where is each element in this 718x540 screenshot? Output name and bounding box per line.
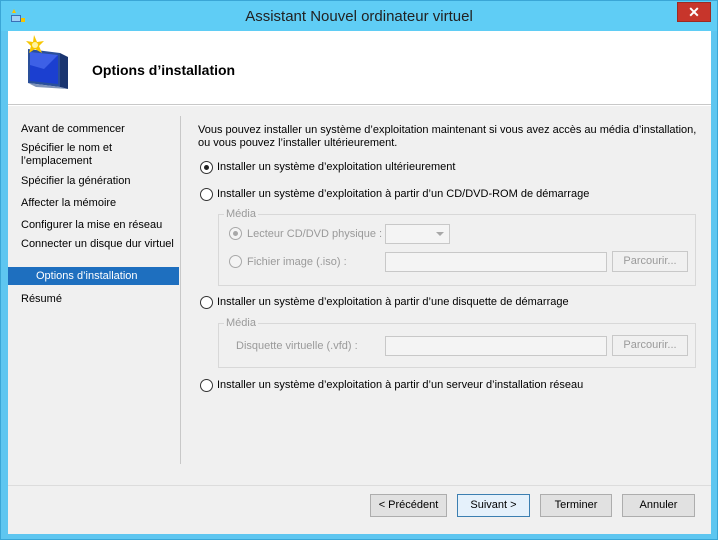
cd-media-legend: Média	[224, 208, 258, 220]
radio-floppy[interactable]	[200, 296, 213, 309]
intro-text: Vous pouvez installer un système d’explo…	[198, 124, 697, 149]
radio-network[interactable]	[200, 379, 213, 392]
radio-iso-file[interactable]	[229, 255, 242, 268]
nav-item-avant-de-commencer[interactable]: Avant de commencer	[21, 123, 181, 136]
nav-item-options-installation[interactable]: Options d’installation	[8, 267, 179, 285]
floppy-media-legend: Média	[224, 317, 258, 329]
radio-later[interactable]	[200, 161, 213, 174]
nav-item-generation[interactable]: Spécifier la génération	[21, 175, 181, 188]
cd-media-group: Média Lecteur CD/DVD physique : Fichier …	[218, 208, 696, 286]
vfd-label: Disquette virtuelle (.vfd) :	[236, 340, 358, 352]
wizard-client-area: Options d’installation Avant de commence…	[8, 31, 711, 534]
close-icon: ✕	[688, 4, 700, 20]
nav-separator	[180, 116, 181, 464]
iso-file-input[interactable]	[385, 252, 607, 272]
next-button[interactable]: Suivant >	[457, 494, 530, 517]
radio-physical-drive[interactable]	[229, 227, 242, 240]
wizard-header: Options d’installation	[8, 31, 711, 105]
iso-browse-button[interactable]: Parcourir...	[612, 251, 688, 272]
wizard-body: Avant de commencer Spécifier le nom et l…	[8, 106, 711, 485]
option-cd-dvd[interactable]: Installer un système d’exploitation à pa…	[198, 187, 698, 203]
option-later[interactable]: Installer un système d’exploitation ulté…	[198, 160, 698, 176]
step-navigation: Avant de commencer Spécifier le nom et l…	[8, 106, 180, 485]
window-title: Assistant Nouvel ordinateur virtuel	[245, 8, 473, 25]
finish-button[interactable]: Terminer	[540, 494, 612, 517]
option-later-label[interactable]: Installer un système d’exploitation ulté…	[217, 161, 455, 173]
iso-file-label: Fichier image (.iso) :	[247, 256, 347, 268]
cancel-button[interactable]: Annuler	[622, 494, 695, 517]
option-network[interactable]: Installer un système d’exploitation à pa…	[198, 378, 698, 394]
radio-cd-dvd[interactable]	[200, 188, 213, 201]
nav-item-reseau[interactable]: Configurer la mise en réseau	[21, 219, 181, 232]
physical-drive-select[interactable]	[385, 224, 450, 244]
vfd-browse-button[interactable]: Parcourir...	[612, 335, 688, 356]
nav-item-memoire[interactable]: Affecter la mémoire	[21, 197, 181, 210]
floppy-media-group: Média Disquette virtuelle (.vfd) : Parco…	[218, 317, 696, 368]
chevron-down-icon	[436, 232, 444, 236]
option-floppy-label[interactable]: Installer un système d’exploitation à pa…	[217, 296, 569, 308]
option-network-label[interactable]: Installer un système d’exploitation à pa…	[217, 379, 583, 391]
nav-item-disque-dur[interactable]: Connecter un disque dur virtuel	[21, 238, 181, 251]
close-button[interactable]: ✕	[677, 2, 711, 22]
nav-item-resume[interactable]: Résumé	[21, 293, 181, 306]
wizard-window: Assistant Nouvel ordinateur virtuel ✕ Op…	[0, 0, 718, 540]
nav-item-nom-emplacement[interactable]: Spécifier le nom et l’emplacement	[21, 142, 181, 168]
wizard-computer-icon	[26, 35, 68, 89]
page-title: Options d’installation	[92, 62, 236, 78]
vfd-file-input[interactable]	[385, 336, 607, 356]
title-bar[interactable]: Assistant Nouvel ordinateur virtuel ✕	[1, 1, 717, 31]
option-floppy[interactable]: Installer un système d’exploitation à pa…	[198, 295, 698, 311]
physical-drive-label: Lecteur CD/DVD physique :	[247, 228, 383, 240]
wizard-footer: < Précédent Suivant > Terminer Annuler	[8, 485, 711, 534]
previous-button[interactable]: < Précédent	[370, 494, 447, 517]
option-cd-dvd-label[interactable]: Installer un système d’exploitation à pa…	[217, 188, 589, 200]
